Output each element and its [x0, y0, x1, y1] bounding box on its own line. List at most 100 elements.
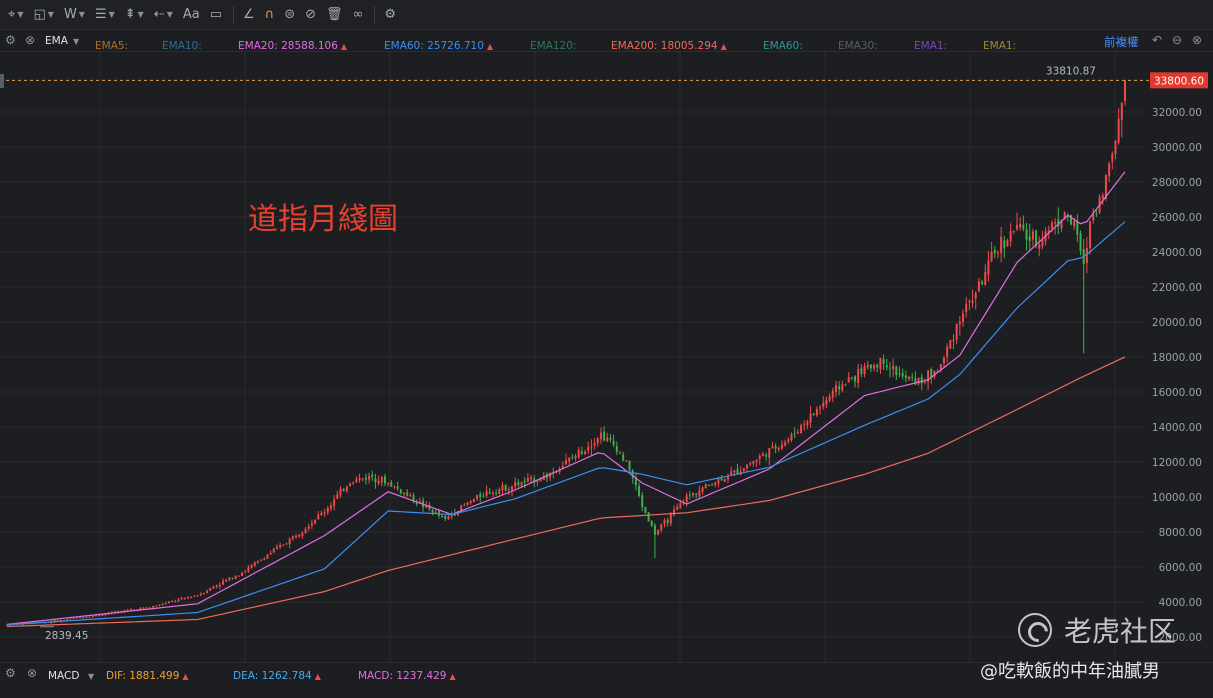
candle-body	[85, 617, 88, 619]
pattern-tool-icon[interactable]: W ▼	[60, 3, 89, 27]
ema20-line	[6, 171, 1126, 625]
candle-body	[371, 474, 374, 477]
fib-tool-icon[interactable]: ☰ ▼	[91, 3, 119, 27]
measure-tool-icon[interactable]: ⇞ ▼	[121, 3, 148, 27]
chevron-down-icon[interactable]: ▼	[48, 10, 54, 19]
candle-body	[625, 460, 628, 462]
ema-legend-item[interactable]: EMA10:	[162, 40, 202, 52]
candle-body	[717, 478, 720, 484]
minimize-icon[interactable]: ⊖	[1172, 33, 1182, 47]
candle-body	[307, 526, 310, 529]
ema-legend-item[interactable]: EMA200: 18005.294 ▲	[611, 40, 727, 52]
candle-body	[1028, 236, 1031, 241]
candle-body	[707, 484, 710, 486]
price-chart[interactable]: 32000.00 30000.00 28000.00 26000.00 24000.00…	[0, 52, 1213, 662]
ruler-tool-icon[interactable]: ∠	[239, 3, 259, 27]
ema-legend-item[interactable]: EMA20: 28588.106 ▲	[238, 40, 347, 52]
candle-body	[326, 507, 329, 513]
candle-body	[812, 413, 815, 415]
ema-legend-item[interactable]: EMA60:	[763, 40, 803, 52]
arrow-tool-icon[interactable]: ⇠ ▼	[150, 3, 177, 27]
magnet-tool-icon[interactable]: ∩	[261, 3, 279, 27]
chevron-down-icon[interactable]: ▼	[138, 10, 144, 19]
ema-legend-text: EMA10:	[162, 40, 202, 52]
chevron-down-icon[interactable]: ▼	[167, 10, 173, 19]
indicator-name[interactable]: EMA	[45, 35, 68, 47]
restore-mode-button[interactable]: 前複權	[1104, 34, 1139, 50]
ema-legend-item[interactable]: EMA5:	[95, 40, 128, 52]
candle-body	[434, 511, 437, 513]
delete-tool-icon[interactable]: 🗑	[322, 3, 347, 27]
candle-body	[333, 499, 336, 507]
candle-body	[885, 365, 888, 368]
watermark-text: 老虎社区	[1064, 615, 1177, 648]
settings-icon[interactable]: ⚙	[5, 33, 16, 47]
ema-legend-item[interactable]: EMA1:	[983, 40, 1016, 52]
candle-body	[628, 460, 631, 471]
chevron-down-icon[interactable]: ▼	[17, 10, 23, 19]
ema-legend-item[interactable]: EMA60: 25726.710 ▲	[384, 40, 493, 52]
close-panel-icon[interactable]: ⊗	[1192, 33, 1202, 47]
author-credit: @吃軟飯的中年油膩男	[980, 661, 1160, 682]
ema-legend-item[interactable]: EMA30:	[838, 40, 878, 52]
candle-body	[171, 601, 174, 603]
macd-chevron-icon[interactable]: ▼	[88, 672, 94, 681]
candle-body	[101, 614, 104, 616]
undo-icon[interactable]: ↶	[1152, 33, 1162, 47]
indicator-legend: ⚙ ⊗ EMA ▼ EMA5: EMA10: EMA20: 28588.106 ▲ EM…	[0, 30, 1213, 52]
candle-body	[990, 251, 993, 261]
candle-body	[977, 281, 980, 292]
note-tool-icon[interactable]: ▭	[206, 3, 226, 27]
candle-body	[221, 580, 224, 585]
candle-body	[1114, 140, 1117, 155]
candle-body	[863, 366, 866, 375]
candle-body	[590, 446, 593, 448]
text-tool-icon[interactable]: Aa	[179, 3, 204, 27]
hide-tool-icon[interactable]: ⊘	[301, 3, 320, 27]
ema-legend-text: EMA60:	[763, 40, 803, 52]
candle-body	[790, 434, 793, 441]
shape-tool-icon[interactable]: ◱ ▼	[29, 3, 57, 27]
settings-tool-icon[interactable]: ⚙	[380, 3, 400, 27]
y-tick-label: 10000.00	[1152, 492, 1202, 504]
candle-body	[847, 377, 850, 383]
candle-body	[860, 368, 863, 374]
candle-body	[399, 489, 402, 494]
candle-body	[704, 484, 707, 489]
y-tick-label: 24000.00	[1152, 247, 1202, 259]
candle-body	[361, 478, 364, 480]
candle-body	[939, 364, 942, 370]
candle-body	[923, 381, 926, 383]
ema-legend-text: EMA1:	[914, 40, 948, 52]
up-arrow-icon: ▲	[340, 42, 348, 51]
candle-body	[383, 476, 386, 484]
macd-name[interactable]: MACD	[48, 670, 79, 682]
chevron-down-icon[interactable]: ▼	[109, 10, 115, 19]
candle-body	[1117, 118, 1120, 143]
lock-tool-icon[interactable]: ⊜	[280, 3, 299, 27]
candle-body	[314, 520, 317, 524]
candle-body	[1073, 221, 1076, 227]
candle-body	[244, 571, 247, 573]
cursor-tool-icon[interactable]: ⌖ ▼	[4, 3, 27, 27]
chevron-down-icon[interactable]: ▼	[79, 10, 85, 19]
candle-body	[685, 495, 688, 503]
macd-close-icon[interactable]: ⊗	[27, 666, 37, 680]
toolbar-divider	[233, 5, 235, 24]
candle-body	[618, 452, 621, 454]
candle-body	[1009, 230, 1012, 242]
candle-body	[231, 577, 234, 579]
macd-settings-icon[interactable]: ⚙	[5, 666, 16, 680]
chevron-down-icon[interactable]: ▼	[73, 37, 79, 46]
candle-body	[1089, 221, 1092, 249]
close-icon[interactable]: ⊗	[25, 33, 35, 47]
candle-body	[987, 260, 990, 275]
ema-legend-item[interactable]: EMA1:	[914, 40, 947, 52]
candle-body	[199, 593, 202, 596]
ema-legend-item[interactable]: EMA120:	[530, 40, 576, 52]
candle-body	[253, 562, 256, 566]
link-tool-icon[interactable]: ∞	[349, 3, 368, 27]
ema-legend-text: EMA1:	[983, 40, 1017, 52]
candle-body	[784, 442, 787, 446]
candle-body	[142, 607, 145, 609]
